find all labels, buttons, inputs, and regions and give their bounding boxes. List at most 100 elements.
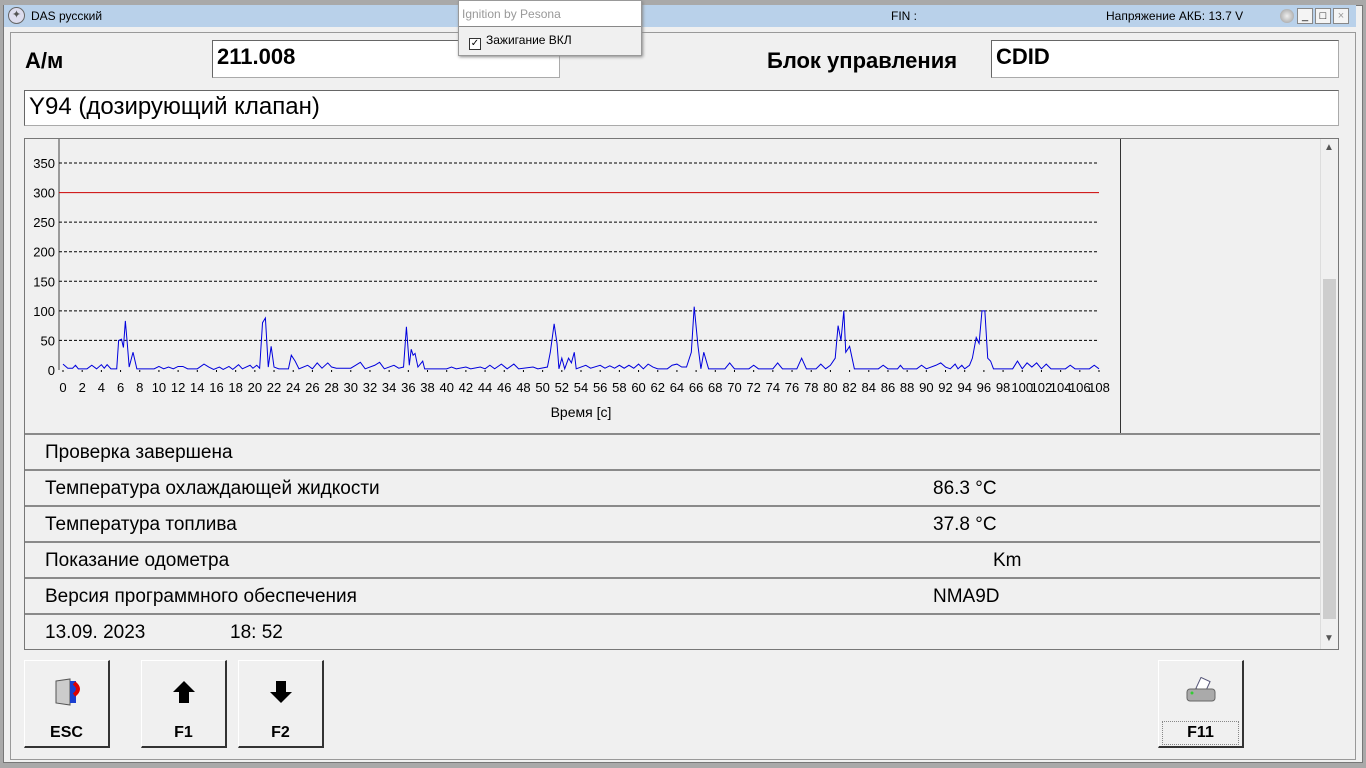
x-tick-label: 108 [1088,380,1110,395]
x-tick-label: 78 [804,380,818,395]
minimize-button[interactable]: _ [1297,8,1313,24]
arrow-up-icon [142,675,225,709]
info-label: Показание одометра [45,550,230,571]
y-tick-label: 50 [41,333,55,348]
info-label: Температура топлива [45,514,237,535]
x-tick-label: 72 [746,380,760,395]
fin-label: FIN : [891,9,917,23]
f1-up-button[interactable]: F1 [141,660,227,748]
x-tick-label: 34 [382,380,396,395]
maximize-button[interactable]: □ [1315,8,1331,24]
x-tick-label: 86 [881,380,895,395]
x-tick-label: 62 [651,380,665,395]
x-tick-label: 22 [267,380,281,395]
x-tick-label: 92 [938,380,952,395]
x-tick-label: 18 [228,380,242,395]
x-tick-label: 66 [689,380,703,395]
x-tick-label: 80 [823,380,837,395]
x-tick-label: 14 [190,380,204,395]
f11-label: F11 [1162,721,1239,745]
x-tick-label: 88 [900,380,914,395]
component-field: Y94 (дозирующий клапан) [24,90,1339,126]
x-tick-label: 84 [862,380,876,395]
vehicle-label: А/м [25,48,64,73]
ignition-label: Зажигание ВКЛ [486,33,572,47]
x-tick-label: 12 [171,380,185,395]
x-tick-label: 90 [919,380,933,395]
x-tick-label: 36 [401,380,415,395]
x-tick-label: 6 [117,380,124,395]
scroll-up-icon[interactable]: ▲ [1324,142,1334,153]
x-tick-label: 46 [497,380,511,395]
mercedes-logo-icon: ✦ [8,7,25,24]
x-tick-label: 50 [535,380,549,395]
x-tick-label: 0 [59,380,66,395]
x-tick-label: 64 [670,380,684,395]
x-tick-label: 52 [555,380,569,395]
x-tick-label: 74 [766,380,780,395]
scroll-down-icon[interactable]: ▼ [1324,633,1334,644]
info-label: Проверка завершена [45,442,233,463]
window-title: DAS русский [31,9,103,23]
x-tick-label: 98 [996,380,1010,395]
y-tick-label: 250 [33,215,55,230]
info-value: Km [993,550,1022,571]
ecu-field: CDID [991,40,1339,78]
x-tick-label: 2 [79,380,86,395]
x-tick-label: 58 [612,380,626,395]
date: 13.09. 2023 [45,622,146,643]
ignition-checkbox[interactable]: ✓ Зажигание ВКЛ [459,27,641,56]
x-tick-label: 68 [708,380,722,395]
x-tick-label: 4 [98,380,105,395]
exit-door-icon [25,675,108,709]
x-tick-label: 54 [574,380,588,395]
x-tick-label: 30 [344,380,358,395]
x-tick-label: 44 [478,380,492,395]
checkbox-checked-icon[interactable]: ✓ [469,38,481,50]
info-value: 86.3 °C [933,478,997,499]
x-tick-label: 26 [305,380,319,395]
x-tick-label: 70 [727,380,741,395]
f1-label: F1 [174,724,193,741]
y-tick-label: 0 [48,363,55,378]
info-value: 37.8 °C [933,514,997,535]
y-tick-label: 150 [33,274,55,289]
signal-series-line [62,306,1100,371]
printer-icon [1159,675,1242,709]
ecu-label: Блок управления [767,48,958,73]
x-tick-label: 16 [209,380,223,395]
ignition-popup: Ignition by Pesona ✓ Зажигание ВКЛ [458,0,642,56]
x-tick-label: 42 [459,380,473,395]
x-tick-label: 10 [152,380,166,395]
vertical-scrollbar[interactable]: ▲ ▼ [1320,139,1338,649]
x-axis-label: Время [с] [551,404,612,420]
x-tick-label: 76 [785,380,799,395]
x-tick-label: 38 [420,380,434,395]
esc-button[interactable]: ESC [24,660,110,748]
arrow-down-icon [239,675,322,709]
y-tick-label: 100 [33,304,55,319]
battery-voltage: Напряжение АКБ: 13.7 V [1106,9,1244,23]
x-tick-label: 48 [516,380,530,395]
time: 18: 52 [230,622,283,643]
info-label: Версия программного обеспечения [45,586,357,607]
esc-label: ESC [50,724,83,741]
scroll-thumb[interactable] [1323,279,1336,619]
x-tick-label: 28 [324,380,338,395]
date-time-row: 13.09. 2023 18: 52 [25,613,1321,651]
close-button[interactable]: × [1333,8,1349,24]
signal-chart: 0 50 100 150 200 250 300 350 0 2 4 6 8 10 12 14 16 18 20 22… [25,139,1121,433]
x-tick-label: 82 [842,380,856,395]
f11-print-button[interactable]: F11 [1158,660,1244,748]
info-row: Проверка завершена [25,433,1321,469]
f2-down-button[interactable]: F2 [238,660,324,748]
y-tick-label: 200 [33,245,55,260]
info-row: Версия программного обеспечения NMA9D [25,577,1321,613]
info-value: NMA9D [933,586,1000,607]
x-tick-label: 32 [363,380,377,395]
title-bar: ✦ DAS русский FIN : Напряжение АКБ: 13.7… [4,5,1356,27]
x-tick-label: 56 [593,380,607,395]
chart-svg: 0501001502002503003500 2 4 6 8 10 12 14 16 18 20 22… [33,139,1110,420]
x-tick-label: 40 [439,380,453,395]
status-indicator-icon [1280,9,1294,23]
